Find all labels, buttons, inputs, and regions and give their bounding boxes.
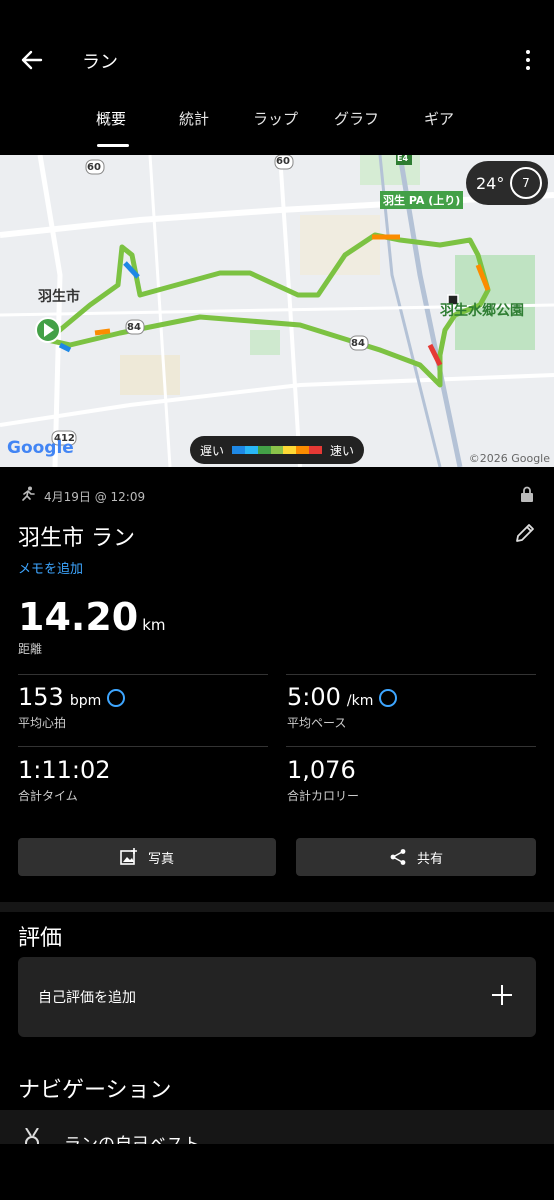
nav-item-label: ランの自己ベスト xyxy=(64,1130,200,1144)
legend-fast-label: 速い xyxy=(329,443,354,458)
road-label-e4: E4 xyxy=(397,155,409,163)
arrow-left-icon xyxy=(21,50,43,70)
distance-display: 14.20 km xyxy=(18,595,166,639)
google-logo: Google xyxy=(7,438,74,458)
medal-icon xyxy=(25,1128,39,1144)
pace-label: 平均ペース xyxy=(287,716,347,730)
road-label-84-east: 84 xyxy=(351,338,365,349)
add-rating-card[interactable]: 自己評価を追加 xyxy=(18,957,536,1037)
section-divider xyxy=(0,902,554,912)
activity-title: 羽生市 ラン xyxy=(18,526,135,551)
weather-badge: 24° 7 xyxy=(466,161,548,205)
running-icon xyxy=(22,486,35,501)
tab-graphs[interactable]: グラフ xyxy=(334,108,379,129)
road-label-60-west: 60 xyxy=(87,162,101,173)
tab-overview[interactable]: 概要 xyxy=(96,108,126,129)
more-options-button[interactable] xyxy=(516,44,540,76)
map-label-park: 羽生水郷公園 xyxy=(440,303,524,319)
map-label-pa: 羽生 PA (上り) xyxy=(380,191,464,209)
heart-rate-value: 153 xyxy=(18,683,64,711)
photo-button-label: 写真 xyxy=(147,851,174,867)
tab-bar: 概要 統計 ラップ グラフ ギア xyxy=(0,100,554,152)
total-time-stat: 1:11:02 合計タイム xyxy=(18,756,111,804)
lock-icon[interactable] xyxy=(520,486,534,502)
pace-color-bar xyxy=(232,446,323,454)
weather-temperature: 24° xyxy=(476,173,505,193)
heart-rate-graph-icon[interactable] xyxy=(107,688,126,707)
divider xyxy=(286,674,536,675)
road-label-84-west: 84 xyxy=(127,322,141,333)
calories-value: 1,076 xyxy=(287,756,356,784)
divider xyxy=(18,674,268,675)
activity-date: 4月19日 @ 12:09 xyxy=(44,490,146,504)
heart-rate-unit: bpm xyxy=(69,693,102,709)
app-bar: ラン xyxy=(0,0,554,96)
rating-section-title: 評価 xyxy=(18,926,63,951)
total-time-label: 合計タイム xyxy=(18,789,78,803)
add-memo-link[interactable]: メモを追加 xyxy=(18,558,83,577)
map-copyright: ©2026 Google xyxy=(468,452,550,465)
tab-laps[interactable]: ラップ xyxy=(253,108,298,129)
pencil-icon[interactable] xyxy=(514,522,536,544)
activity-meta: 4月19日 @ 12:09 xyxy=(18,486,536,506)
system-nav-bar xyxy=(0,1144,554,1200)
route-map[interactable]: 60 60 84 84 412 E4 羽生市 羽生水郷公園 羽生 PA (上り)… xyxy=(0,155,554,467)
share-icon xyxy=(390,849,406,865)
calories-stat: 1,076 合計カロリー xyxy=(287,756,359,804)
add-photo-icon xyxy=(120,848,137,865)
total-time-value: 1:11:02 xyxy=(18,756,111,784)
more-vert-icon xyxy=(526,50,530,54)
photo-button[interactable]: 写真 xyxy=(18,838,276,876)
heart-rate-stat: 153 bpm 平均心拍 xyxy=(18,683,126,731)
add-rating-label: 自己評価を追加 xyxy=(38,990,136,1006)
active-tab-indicator xyxy=(97,144,129,147)
pace-value: 5:00 xyxy=(287,683,341,711)
distance-label: 距離 xyxy=(18,642,43,656)
nav-item-personal-records[interactable]: ランの自己ベスト xyxy=(0,1110,554,1144)
tab-stats[interactable]: 統計 xyxy=(179,108,209,129)
pace-legend: 遅い 速い xyxy=(190,436,364,464)
share-button[interactable]: 共有 xyxy=(296,838,536,876)
page-title: ラン xyxy=(82,52,118,73)
plus-icon[interactable] xyxy=(490,983,514,1007)
distance-value: 14.20 xyxy=(18,595,139,639)
divider xyxy=(286,746,536,747)
pace-unit: /km xyxy=(346,693,374,709)
back-button[interactable] xyxy=(14,44,50,76)
map-label-hanyu-city: 羽生市 xyxy=(38,289,80,305)
legend-slow-label: 遅い xyxy=(200,443,225,458)
heart-rate-label: 平均心拍 xyxy=(18,716,67,730)
tab-gear[interactable]: ギア xyxy=(424,108,454,129)
distance-unit: km xyxy=(142,616,166,634)
pace-stat: 5:00/km 平均ペース xyxy=(287,683,398,731)
divider xyxy=(18,746,268,747)
share-button-label: 共有 xyxy=(416,851,443,867)
navigation-section-title: ナビゲーション xyxy=(18,1078,172,1103)
pace-graph-icon[interactable] xyxy=(379,688,398,707)
wind-direction-icon: 7 xyxy=(510,167,542,199)
calories-label: 合計カロリー xyxy=(287,789,360,803)
road-label-60-north: 60 xyxy=(276,156,290,167)
